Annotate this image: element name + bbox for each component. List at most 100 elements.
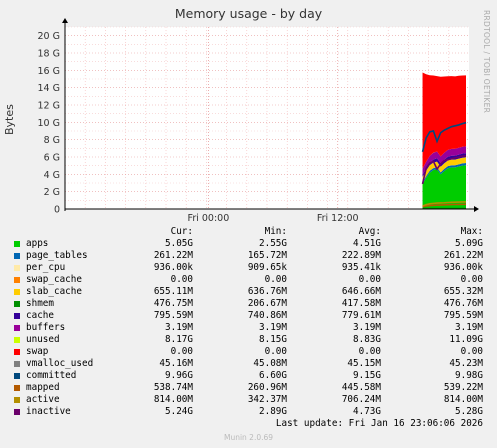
legend-max: 795.59M — [443, 310, 483, 321]
legend-avg: 779.61M — [341, 310, 381, 321]
legend-swatch — [14, 289, 20, 295]
legend-row-unused: unused 8.17G 8.15G 8.83G 11.09G — [0, 334, 497, 346]
legend-avg: 935.41k — [341, 262, 381, 273]
legend-row-mapped: mapped 538.74M 260.96M 445.58M 539.22M — [0, 382, 497, 394]
legend-min: 165.72M — [247, 250, 287, 261]
legend-max: 45.23M — [449, 358, 483, 369]
legend-max: 0.00 — [460, 346, 483, 357]
legend-name: committed — [26, 370, 77, 381]
legend-row-inactive: inactive 5.24G 2.89G 4.73G 5.28G — [0, 406, 497, 418]
legend-avg: 4.73G — [353, 406, 381, 417]
legend-cur: 0.00 — [170, 346, 193, 357]
legend-name: apps — [26, 238, 49, 249]
legend-name: swap — [26, 346, 49, 357]
legend-min: 260.96M — [247, 382, 287, 393]
legend-name: inactive — [26, 406, 71, 417]
legend-swatch — [14, 409, 20, 415]
y-tick-label: 12 G — [38, 101, 60, 112]
legend-swatch — [14, 301, 20, 307]
legend-cur: 5.05G — [165, 238, 193, 249]
legend-avg: 8.83G — [353, 334, 381, 345]
legend-min: 0.00 — [264, 346, 287, 357]
x-axis-arrow — [474, 206, 479, 212]
y-tick-label: 0 — [54, 205, 60, 216]
legend-name: unused — [26, 334, 60, 345]
legend-avg: 4.51G — [353, 238, 381, 249]
legend-table: Cur: Min: Avg: Max: apps 5.05G 2.55G 4.51G 5… — [0, 226, 497, 418]
header-max: Max: — [460, 226, 483, 237]
legend-row-committed: committed 9.96G 6.60G 9.15G 9.98G — [0, 370, 497, 382]
y-axis-arrow — [62, 18, 68, 23]
legend-cur: 0.00 — [170, 274, 193, 285]
legend-cur: 936.00k — [153, 262, 193, 273]
legend-name: cache — [26, 310, 54, 321]
legend-name: shmem — [26, 298, 54, 309]
y-tick-label: 6 G — [44, 153, 60, 164]
legend-swatch — [14, 325, 20, 331]
legend-max: 814.00M — [443, 394, 483, 405]
legend-name: vmalloc_used — [26, 358, 94, 369]
legend-row-buffers: buffers 3.19M 3.19M 3.19M 3.19M — [0, 322, 497, 334]
legend-avg: 646.66M — [341, 286, 381, 297]
legend-rows: apps 5.05G 2.55G 4.51G 5.09G page_tables 261.2… — [0, 238, 497, 418]
legend-min: 740.86M — [247, 310, 287, 321]
header-min: Min: — [264, 226, 287, 237]
legend-min: 0.00 — [264, 274, 287, 285]
legend-min: 909.65k — [247, 262, 287, 273]
legend-swatch — [14, 241, 20, 247]
legend-row-swap-cache: swap_cache 0.00 0.00 0.00 0.00 — [0, 274, 497, 286]
legend-swatch — [14, 277, 20, 283]
legend-max: 261.22M — [443, 250, 483, 261]
legend-avg: 0.00 — [358, 346, 381, 357]
legend-max: 5.28G — [455, 406, 483, 417]
x-tick-label: Fri 12:00 — [317, 213, 359, 224]
legend-row-active: active 814.00M 342.37M 706.24M 814.00M — [0, 394, 497, 406]
legend-min: 8.15G — [259, 334, 287, 345]
legend-cur: 261.22M — [153, 250, 193, 261]
legend-cur: 5.24G — [165, 406, 193, 417]
legend-min: 2.55G — [259, 238, 287, 249]
legend-max: 476.76M — [443, 298, 483, 309]
legend-name: mapped — [26, 382, 60, 393]
legend-avg: 445.58M — [341, 382, 381, 393]
legend-name: slab_cache — [26, 286, 82, 297]
legend-cur: 655.11M — [153, 286, 193, 297]
legend-cur: 3.19M — [165, 322, 193, 333]
legend-avg: 45.15M — [347, 358, 381, 369]
legend-cur: 45.16M — [159, 358, 193, 369]
legend-row-shmem: shmem 476.75M 206.67M 417.58M 476.76M — [0, 298, 497, 310]
legend-row-per-cpu: per_cpu 936.00k 909.65k 935.41k 936.00k — [0, 262, 497, 274]
y-tick-label: 18 G — [38, 49, 60, 60]
y-tick-label: 20 G — [38, 31, 60, 42]
legend-min: 2.89G — [259, 406, 287, 417]
legend-avg: 417.58M — [341, 298, 381, 309]
legend-swatch — [14, 253, 20, 259]
legend-swatch — [14, 349, 20, 355]
y-tick-label: 8 G — [44, 135, 60, 146]
legend-max: 936.00k — [443, 262, 483, 273]
y-tick-label: 16 G — [38, 66, 60, 77]
legend-min: 206.67M — [247, 298, 287, 309]
legend-swatch — [14, 313, 20, 319]
legend-avg: 9.15G — [353, 370, 381, 381]
legend-min: 45.08M — [253, 358, 287, 369]
legend-swatch — [14, 265, 20, 271]
legend-avg: 706.24M — [341, 394, 381, 405]
munin-version: Munin 2.0.69 — [223, 433, 274, 442]
legend-row-apps: apps 5.05G 2.55G 4.51G 5.09G — [0, 238, 497, 250]
legend-swatch — [14, 361, 20, 367]
x-tick-label: Fri 00:00 — [188, 213, 230, 224]
legend-max: 539.22M — [443, 382, 483, 393]
legend-avg: 222.89M — [341, 250, 381, 261]
legend-swatch — [14, 385, 20, 391]
legend-max: 5.09G — [455, 238, 483, 249]
legend-name: swap_cache — [26, 274, 82, 285]
legend-cur: 8.17G — [165, 334, 193, 345]
legend-header: Cur: Min: Avg: Max: — [0, 226, 497, 238]
legend-cur: 9.96G — [165, 370, 193, 381]
legend-row-cache: cache 795.59M 740.86M 779.61M 795.59M — [0, 310, 497, 322]
legend-max: 11.09G — [449, 334, 483, 345]
legend-row-swap: swap 0.00 0.00 0.00 0.00 — [0, 346, 497, 358]
legend-row-vmalloc-used: vmalloc_used 45.16M 45.08M 45.15M 45.23M — [0, 358, 497, 370]
legend-name: active — [26, 394, 60, 405]
